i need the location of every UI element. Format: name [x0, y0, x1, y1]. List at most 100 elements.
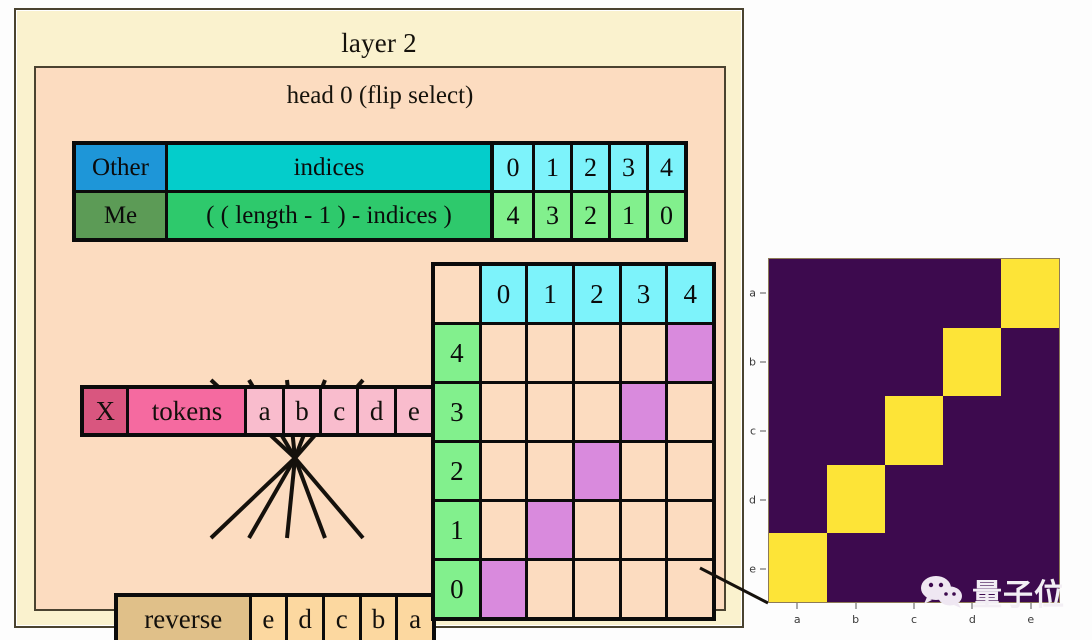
- row-expr-other: indices: [168, 145, 494, 190]
- x-tick-label: b: [852, 613, 860, 626]
- attention-grid: 0 1 2 3 4 4 3 2 1 0: [431, 262, 716, 621]
- heatmap-y-axis: a b c d e: [735, 258, 766, 603]
- heatmap-cell: [827, 328, 885, 397]
- attention-col-header: 1: [528, 266, 573, 322]
- heatmap-cell: [1001, 465, 1059, 534]
- row-tag-me: Me: [76, 193, 168, 238]
- watermark: 量子位: [920, 570, 1065, 614]
- x-tick-label: e: [1027, 613, 1035, 626]
- reverse-cell: c: [321, 597, 359, 640]
- x-tick-mark: [796, 603, 798, 609]
- heatmap-cell: [827, 396, 885, 465]
- x-tick-mark: [913, 603, 915, 609]
- heatmap-cell-active: [885, 396, 943, 465]
- value-cell: 2: [570, 145, 608, 190]
- y-tick-label: d: [749, 493, 756, 506]
- layer-panel: layer 2 head 0 (flip select) Other indic…: [14, 8, 744, 640]
- reverse-cell: b: [358, 597, 396, 640]
- y-tick-mark: [760, 499, 766, 500]
- table-row-other: Other indices 0 1 2 3 4: [76, 145, 684, 190]
- attention-cell: [481, 443, 526, 499]
- layer-title: layer 2: [341, 28, 417, 58]
- attention-col-header: 3: [621, 266, 666, 322]
- attention-row: 3: [435, 384, 713, 440]
- attention-row: 2: [435, 443, 713, 499]
- attention-cell: [528, 443, 573, 499]
- y-tick-mark: [760, 292, 766, 293]
- head-title: head 0 (flip select): [286, 82, 474, 109]
- heatmap-cell: [769, 328, 827, 397]
- row-values-other: 0 1 2 3 4: [494, 145, 684, 190]
- attention-cell-active: [528, 502, 573, 558]
- heatmap-cell: [943, 465, 1001, 534]
- reverse-cell: e: [248, 597, 286, 640]
- y-tick-label: a: [749, 286, 756, 299]
- token-cell: a: [244, 389, 282, 433]
- value-cell: 3: [608, 145, 646, 190]
- heatmap-cell: [827, 259, 885, 328]
- attention-row-header: 4: [435, 325, 479, 381]
- value-cell: 1: [532, 145, 570, 190]
- x-tick-label: a: [793, 613, 801, 626]
- attention-col-header: 2: [575, 266, 619, 322]
- attention-cell: [575, 384, 619, 440]
- heatmap-cell-active: [943, 327, 1001, 397]
- attention-cell: [668, 384, 713, 440]
- token-cell: d: [356, 389, 394, 433]
- heatmap-cell-active: [827, 464, 885, 534]
- attention-cell: [481, 325, 526, 381]
- heatmap-cell: [769, 396, 827, 465]
- heatmap-cell-active: [1001, 259, 1059, 328]
- heatmap-plot-area: [768, 258, 1060, 603]
- attention-row-header: 1: [435, 502, 479, 558]
- heatmap-cell: [769, 465, 827, 534]
- token-cell: e: [393, 389, 432, 433]
- attention-cell-active: [668, 325, 713, 381]
- attention-cell-active: [621, 384, 666, 440]
- attention-row: 1: [435, 502, 713, 558]
- indices-table: Other indices 0 1 2 3 4 Me ( ( length - …: [72, 141, 688, 242]
- row-values-me: 4 3 2 1 0: [494, 193, 684, 238]
- value-cell: 2: [570, 193, 608, 238]
- heatmap-cell-active: [769, 533, 827, 602]
- reverse-cell: d: [285, 597, 322, 640]
- attention-cell: [668, 561, 713, 617]
- attention-cell-active: [481, 561, 526, 617]
- reverse-cell: a: [395, 597, 432, 640]
- token-cell: b: [281, 389, 320, 433]
- value-cell: 4: [646, 145, 684, 190]
- attention-row-header: 0: [435, 561, 479, 617]
- attention-corner: [435, 266, 479, 322]
- attention-row-header: 2: [435, 443, 479, 499]
- y-tick-label: c: [749, 424, 756, 437]
- y-tick-label: e: [749, 562, 756, 575]
- y-tick-label: b: [749, 355, 756, 368]
- tokens-strip: X tokens a b c d e: [80, 385, 435, 437]
- attention-col-header: 0: [481, 266, 526, 322]
- y-tick-mark: [760, 361, 766, 362]
- attention-cell: [575, 502, 619, 558]
- attention-cell: [668, 502, 713, 558]
- attention-cell: [481, 502, 526, 558]
- heatmap-cell: [769, 259, 827, 328]
- watermark-text: 量子位: [972, 578, 1065, 613]
- heatmap-cell: [885, 465, 943, 534]
- attention-row-header: 3: [435, 384, 479, 440]
- attention-row: 0: [435, 561, 713, 617]
- value-cell: 1: [608, 193, 646, 238]
- attention-col-header: 4: [668, 266, 713, 322]
- attention-row: 4: [435, 325, 713, 381]
- attention-cell: [621, 502, 666, 558]
- value-cell: 4: [494, 193, 532, 238]
- x-tick-label: c: [910, 613, 918, 626]
- attention-cell: [575, 325, 619, 381]
- y-tick-mark: [760, 430, 766, 431]
- row-expr-me: ( ( length - 1 ) - indices ): [168, 193, 494, 238]
- diagram-root: layer 2 head 0 (flip select) Other indic…: [0, 0, 1092, 640]
- heatmap-cell: [885, 328, 943, 397]
- y-tick-mark: [760, 568, 766, 569]
- tokens-x-label: X: [84, 389, 130, 433]
- wechat-icon: [921, 576, 962, 608]
- attention-cell-active: [575, 443, 619, 499]
- attention-cell: [621, 325, 666, 381]
